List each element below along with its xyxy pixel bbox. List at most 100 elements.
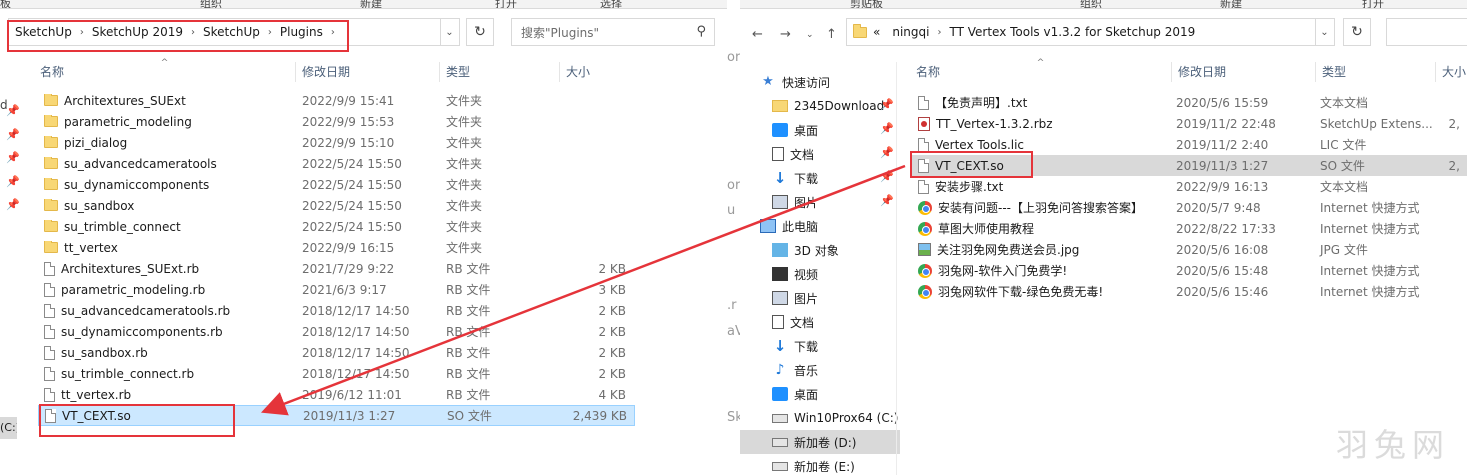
file-name-cell[interactable]: su_dynamiccomponents.rb bbox=[38, 324, 296, 339]
file-row[interactable]: Vertex Tools.lic 2019/11/2 2:40 LIC 文件 bbox=[912, 134, 1467, 155]
file-row[interactable]: su_dynamiccomponents.rb 2018/12/17 14:50 R… bbox=[38, 321, 635, 342]
nav-item[interactable]: ↓ 下载 📌 bbox=[740, 166, 900, 190]
breadcrumb-ningqi[interactable]: ningqi bbox=[886, 25, 935, 39]
file-row[interactable]: tt_vertex 2022/9/9 16:15 文件夹 bbox=[38, 237, 635, 258]
file-name-cell[interactable]: su_sandbox.rb bbox=[38, 345, 296, 360]
breadcrumb-sketchup-sub[interactable]: SketchUp bbox=[197, 25, 266, 39]
nav-item[interactable]: 3D 对象 bbox=[740, 238, 900, 262]
search-input[interactable]: 搜索"Plugins" ⚲ bbox=[511, 18, 715, 46]
file-name-cell[interactable]: 羽兔网软件下载-绿色免费无毒! bbox=[912, 283, 1170, 300]
ribbon-label[interactable]: 组织 bbox=[200, 0, 222, 8]
breadcrumb-sketchup-2019[interactable]: SketchUp 2019 bbox=[86, 25, 189, 39]
file-name-cell[interactable]: 【免责声明】.txt bbox=[912, 94, 1170, 111]
file-name-cell[interactable]: 关注羽免网免费送会员.jpg bbox=[912, 241, 1170, 258]
ribbon-label[interactable]: 新建 bbox=[360, 0, 382, 8]
file-row[interactable]: su_advancedcameratools 2022/5/24 15:50 文件夹 bbox=[38, 153, 635, 174]
file-row[interactable]: su_dynamiccomponents 2022/5/24 15:50 文件夹 bbox=[38, 174, 635, 195]
file-row[interactable]: su_sandbox.rb 2018/12/17 14:50 RB 文件 2 KB bbox=[38, 342, 635, 363]
column-size[interactable]: 大小 bbox=[560, 62, 636, 82]
file-row[interactable]: 草图大师使用教程 2022/8/22 17:33 Internet 快捷方式 bbox=[912, 218, 1467, 239]
breadcrumb-plugins[interactable]: Plugins bbox=[274, 25, 329, 39]
file-name-cell[interactable]: su_trimble_connect bbox=[38, 219, 296, 234]
nav-item[interactable]: 桌面 bbox=[740, 382, 900, 406]
nav-item[interactable]: 新加卷 (E:) bbox=[740, 454, 900, 475]
ribbon-label[interactable]: 板 bbox=[0, 0, 11, 8]
file-name-cell[interactable]: pizi_dialog bbox=[38, 135, 296, 150]
file-name-cell[interactable]: su_advancedcameratools.rb bbox=[38, 303, 296, 318]
nav-item[interactable]: 图片 bbox=[740, 286, 900, 310]
file-name-cell[interactable]: TT_Vertex-1.3.2.rbz bbox=[912, 116, 1170, 131]
nav-item[interactable]: ★ 快速访问 bbox=[740, 70, 900, 94]
file-name-cell[interactable]: tt_vertex bbox=[38, 240, 296, 255]
chevron-right-icon[interactable]: › bbox=[329, 27, 337, 38]
file-name-cell[interactable]: su_trimble_connect.rb bbox=[38, 366, 296, 381]
column-name[interactable]: ^ 名称 bbox=[34, 58, 296, 82]
file-name-cell[interactable]: tt_vertex.rb bbox=[38, 387, 296, 402]
file-name-cell[interactable]: Architextures_SUExt bbox=[38, 93, 296, 108]
nav-item[interactable]: 文档 📌 bbox=[740, 142, 900, 166]
file-name-cell[interactable]: su_sandbox bbox=[38, 198, 296, 213]
chevron-right-icon[interactable]: › bbox=[266, 27, 274, 38]
ribbon-label[interactable]: 打开 bbox=[495, 0, 517, 8]
chevron-right-icon[interactable]: › bbox=[78, 27, 86, 38]
ribbon-label[interactable]: 组织 bbox=[1080, 0, 1102, 8]
file-row[interactable]: 羽兔网-软件入门免费学! 2020/5/6 15:48 Internet 快捷方式 bbox=[912, 260, 1467, 281]
file-name-cell[interactable]: 羽兔网-软件入门免费学! bbox=[912, 262, 1170, 279]
column-type[interactable]: 类型 bbox=[440, 62, 560, 82]
file-name-cell[interactable]: Vertex Tools.lic bbox=[912, 137, 1170, 152]
up-arrow-icon[interactable]: ↑ bbox=[826, 27, 837, 42]
file-name-cell[interactable]: Architextures_SUExt.rb bbox=[38, 261, 296, 276]
recent-dropdown-icon[interactable]: ⌄ bbox=[806, 30, 814, 40]
file-name-cell[interactable]: 草图大师使用教程 bbox=[912, 220, 1170, 237]
file-name-cell[interactable]: VT_CEXT.so bbox=[912, 158, 1170, 173]
file-name-cell[interactable]: parametric_modeling bbox=[38, 114, 296, 129]
nav-item[interactable]: 视频 bbox=[740, 262, 900, 286]
nav-item[interactable]: 桌面 📌 bbox=[740, 118, 900, 142]
file-name-cell[interactable]: VT_CEXT.so bbox=[39, 408, 297, 423]
file-row[interactable]: 安装步骤.txt 2022/9/9 16:13 文本文档 bbox=[912, 176, 1467, 197]
file-row[interactable]: parametric_modeling 2022/9/9 15:53 文件夹 bbox=[38, 111, 635, 132]
nav-item[interactable]: ♪ 音乐 bbox=[740, 358, 900, 382]
nav-item[interactable]: 新加卷 (D:) bbox=[740, 430, 900, 454]
file-row[interactable]: 【免责声明】.txt 2020/5/6 15:59 文本文档 bbox=[912, 92, 1467, 113]
address-dropdown-icon[interactable]: ⌄ bbox=[440, 18, 460, 46]
nav-pane-drive-c[interactable]: (C:) bbox=[0, 417, 17, 439]
ribbon-label[interactable]: 新建 bbox=[1220, 0, 1242, 8]
file-row[interactable]: 安装有问题---【上羽免问答搜索答案】 2020/5/7 9:48 Internet… bbox=[912, 197, 1467, 218]
ribbon-label[interactable]: 选择 bbox=[600, 0, 622, 8]
chevron-right-icon[interactable]: › bbox=[189, 27, 197, 38]
search-icon[interactable]: ⚲ bbox=[696, 24, 706, 39]
file-row[interactable]: TT_Vertex-1.3.2.rbz 2019/11/2 22:48 Sketch… bbox=[912, 113, 1467, 134]
file-row[interactable]: Architextures_SUExt.rb 2021/7/29 9:22 RB 文… bbox=[38, 258, 635, 279]
column-size[interactable]: 大小 bbox=[1436, 62, 1467, 82]
file-row[interactable]: su_trimble_connect.rb 2018/12/17 14:50 RB … bbox=[38, 363, 635, 384]
column-date[interactable]: 修改日期 bbox=[1172, 62, 1316, 82]
breadcrumb-sketchup[interactable]: SketchUp bbox=[9, 25, 78, 39]
file-row[interactable]: VT_CEXT.so 2019/11/3 1:27 SO 文件 2, bbox=[912, 155, 1467, 176]
refresh-icon[interactable]: ↻ bbox=[1343, 18, 1371, 46]
breadcrumb-overflow[interactable]: « bbox=[867, 25, 886, 39]
ribbon-label[interactable]: 打开 bbox=[1362, 0, 1384, 8]
file-name-cell[interactable]: su_dynamiccomponents bbox=[38, 177, 296, 192]
file-row[interactable]: su_trimble_connect 2022/5/24 15:50 文件夹 bbox=[38, 216, 635, 237]
address-bar[interactable]: « ningqi › TT Vertex Tools v1.3.2 for Sk… bbox=[846, 18, 1316, 46]
file-row[interactable]: Architextures_SUExt 2022/9/9 15:41 文件夹 bbox=[38, 90, 635, 111]
file-row[interactable]: su_advancedcameratools.rb 2018/12/17 14:5… bbox=[38, 300, 635, 321]
ribbon-label[interactable]: 剪贴板 bbox=[850, 0, 883, 8]
nav-item[interactable]: ↓ 下载 bbox=[740, 334, 900, 358]
column-type[interactable]: 类型 bbox=[1316, 62, 1436, 82]
file-row[interactable]: VT_CEXT.so 2019/11/3 1:27 SO 文件 2,439 KB bbox=[38, 405, 635, 426]
nav-item[interactable]: 图片 📌 bbox=[740, 190, 900, 214]
breadcrumb-tt-vertex[interactable]: TT Vertex Tools v1.3.2 for Sketchup 2019 bbox=[943, 25, 1201, 39]
forward-arrow-icon[interactable]: → bbox=[780, 27, 791, 42]
file-row[interactable]: su_sandbox 2022/5/24 15:50 文件夹 bbox=[38, 195, 635, 216]
chevron-right-icon[interactable]: › bbox=[935, 27, 943, 38]
nav-item[interactable]: 此电脑 bbox=[740, 214, 900, 238]
column-date[interactable]: 修改日期 bbox=[296, 62, 440, 82]
column-name[interactable]: ^ 名称 bbox=[910, 58, 1172, 82]
nav-item[interactable]: 文档 bbox=[740, 310, 900, 334]
file-row[interactable]: tt_vertex.rb 2019/6/12 11:01 RB 文件 4 KB bbox=[38, 384, 635, 405]
file-row[interactable]: pizi_dialog 2022/9/9 15:10 文件夹 bbox=[38, 132, 635, 153]
file-name-cell[interactable]: 安装有问题---【上羽免问答搜索答案】 bbox=[912, 199, 1170, 216]
nav-item[interactable]: Win10Prox64 (C:) bbox=[740, 406, 900, 430]
